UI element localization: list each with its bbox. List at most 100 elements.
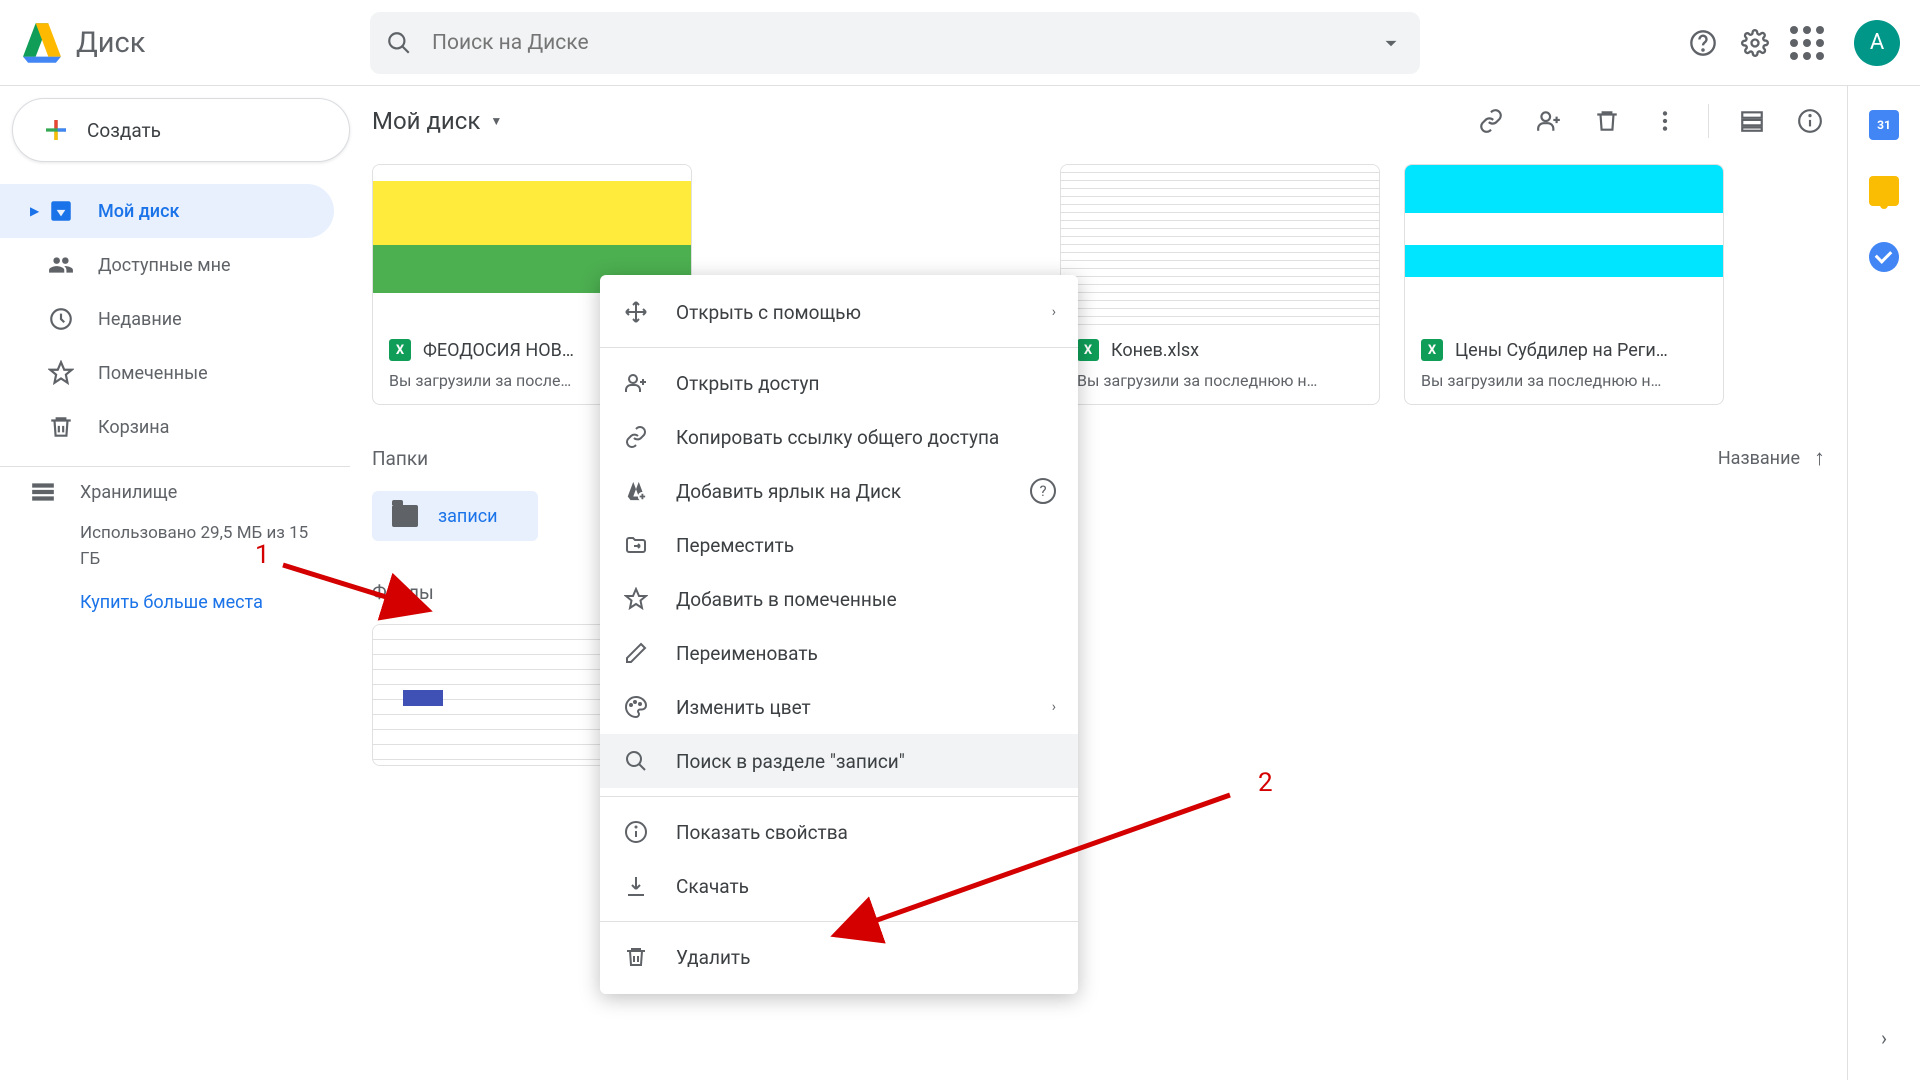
ctx-label: Изменить цвет: [676, 696, 1052, 719]
ctx-label: Удалить: [676, 946, 1056, 969]
share-icon[interactable]: [1534, 106, 1564, 136]
nav-label: Мой диск: [98, 201, 179, 222]
ctx-label: Добавить ярлык на Диск: [676, 480, 1030, 503]
sidebar-item-storage[interactable]: Хранилище: [30, 479, 320, 505]
annotation-1: 1: [255, 540, 270, 570]
sort-label: Название: [1718, 448, 1800, 469]
people-icon: [48, 252, 74, 278]
help-icon[interactable]: ?: [1030, 478, 1056, 504]
context-menu: Открыть с помощью › Открыть доступ Копир…: [600, 275, 1078, 994]
sheets-icon: X: [1077, 339, 1099, 361]
trash-icon: [622, 943, 650, 971]
sidebar-item-starred[interactable]: Помеченные: [0, 346, 334, 400]
chevron-right-icon: ›: [1052, 304, 1056, 320]
folder-move-icon: [622, 531, 650, 559]
info-icon: [622, 818, 650, 846]
nav-label: Корзина: [98, 417, 169, 438]
breadcrumb[interactable]: Мой диск ▼: [372, 107, 502, 135]
file-thumbnail: [1405, 165, 1723, 325]
create-button[interactable]: Создать: [12, 98, 350, 162]
help-icon[interactable]: [1688, 28, 1718, 58]
nav-label: Хранилище: [80, 482, 177, 503]
info-icon[interactable]: [1795, 106, 1825, 136]
side-panel-chevron-icon[interactable]: ›: [1881, 1026, 1887, 1050]
ctx-change-color[interactable]: Изменить цвет ›: [600, 680, 1078, 734]
trash-icon: [48, 414, 74, 440]
ctx-label: Открыть с помощью: [676, 301, 1052, 324]
folders-section-header: Папки Название ↑: [372, 445, 1825, 471]
file-thumbnail: [1061, 165, 1379, 325]
ctx-add-shortcut[interactable]: Добавить ярлык на Диск ?: [600, 464, 1078, 518]
storage-icon: [30, 479, 56, 505]
search-icon: [386, 30, 412, 56]
list-view-icon[interactable]: [1737, 106, 1767, 136]
breadcrumb-title: Мой диск: [372, 107, 480, 135]
delete-icon[interactable]: [1592, 106, 1622, 136]
file-card[interactable]: XКонев.xlsx Вы загрузили за последнюю н…: [1060, 164, 1380, 405]
files-grid: [372, 624, 1825, 766]
sidebar-item-my-drive[interactable]: ▶ Мой диск: [0, 184, 334, 238]
suggested-files-row: XФЕОДОСИЯ НОВ… Вы загрузили за после… XК…: [372, 164, 1825, 405]
folder-name: записи: [438, 506, 498, 527]
arrow-up-icon: ↑: [1814, 445, 1825, 471]
drive-add-icon: [622, 477, 650, 505]
tasks-app-icon[interactable]: [1869, 242, 1899, 272]
divider: [1708, 104, 1709, 138]
ctx-download[interactable]: Скачать: [600, 859, 1078, 913]
folder-icon: [392, 505, 418, 527]
search-options-icon[interactable]: [1378, 30, 1404, 56]
ctx-label: Показать свойства: [676, 821, 1056, 844]
main-content: Мой диск ▼ XФЕОДОСИЯ НОВ… Вы загрузили з…: [350, 86, 1848, 1080]
ctx-get-link[interactable]: Копировать ссылку общего доступа: [600, 410, 1078, 464]
drive-icon: [48, 198, 74, 224]
ctx-label: Открыть доступ: [676, 372, 1056, 395]
sidebar: Создать ▶ Мой диск Доступные мне Недавни…: [0, 86, 350, 1080]
plus-icon: [41, 115, 71, 145]
calendar-app-icon[interactable]: 31: [1869, 110, 1899, 140]
create-label: Создать: [87, 119, 161, 142]
sidebar-item-recent[interactable]: Недавние: [0, 292, 334, 346]
search-input[interactable]: [432, 31, 1378, 55]
buy-storage-link[interactable]: Купить больше места: [80, 592, 320, 613]
ctx-search-in-folder[interactable]: Поиск в разделе "записи": [600, 734, 1078, 788]
sidebar-item-trash[interactable]: Корзина: [0, 400, 334, 454]
sheets-icon: X: [389, 339, 411, 361]
nav-label: Помеченные: [98, 363, 208, 384]
ctx-label: Копировать ссылку общего доступа: [676, 426, 1056, 449]
ctx-remove[interactable]: Удалить: [600, 930, 1078, 984]
sort-button[interactable]: Название ↑: [1718, 445, 1825, 471]
ctx-move[interactable]: Переместить: [600, 518, 1078, 572]
sidebar-item-shared[interactable]: Доступные мне: [0, 238, 334, 292]
apps-icon[interactable]: [1792, 28, 1822, 58]
get-link-icon[interactable]: [1476, 106, 1506, 136]
ctx-details[interactable]: Показать свойства: [600, 805, 1078, 859]
section-title: Файлы: [372, 581, 434, 604]
file-name: ФЕОДОСИЯ НОВ…: [423, 340, 574, 361]
keep-app-icon[interactable]: [1869, 176, 1899, 206]
ctx-star[interactable]: Добавить в помеченные: [600, 572, 1078, 626]
app-title: Диск: [76, 26, 145, 60]
move-arrows-icon: [622, 298, 650, 326]
ctx-share[interactable]: Открыть доступ: [600, 356, 1078, 410]
ctx-rename[interactable]: Переименовать: [600, 626, 1078, 680]
annotation-2: 2: [1258, 768, 1273, 798]
star-icon: [48, 360, 74, 386]
settings-icon[interactable]: [1740, 28, 1770, 58]
search-bar[interactable]: [370, 12, 1420, 74]
storage-usage-text: Использовано 29,5 МБ из 15 ГБ: [80, 521, 320, 572]
download-icon: [622, 872, 650, 900]
folder-item[interactable]: записи: [372, 491, 538, 541]
files-section-header: Файлы: [372, 581, 1825, 604]
logo-area[interactable]: Диск: [20, 23, 370, 63]
nav-label: Доступные мне: [98, 255, 231, 276]
ctx-open-with[interactable]: Открыть с помощью ›: [600, 285, 1078, 339]
side-panel: 31 ›: [1848, 86, 1920, 1080]
sheets-icon: X: [1421, 339, 1443, 361]
avatar[interactable]: A: [1854, 20, 1900, 66]
file-card[interactable]: XЦены Субдилер на Реги… Вы загрузили за …: [1404, 164, 1724, 405]
more-icon[interactable]: [1650, 106, 1680, 136]
search-wrap: [370, 12, 1420, 74]
file-name: Цены Субдилер на Реги…: [1455, 340, 1668, 361]
search-icon: [622, 747, 650, 775]
nav-label: Недавние: [98, 309, 182, 330]
